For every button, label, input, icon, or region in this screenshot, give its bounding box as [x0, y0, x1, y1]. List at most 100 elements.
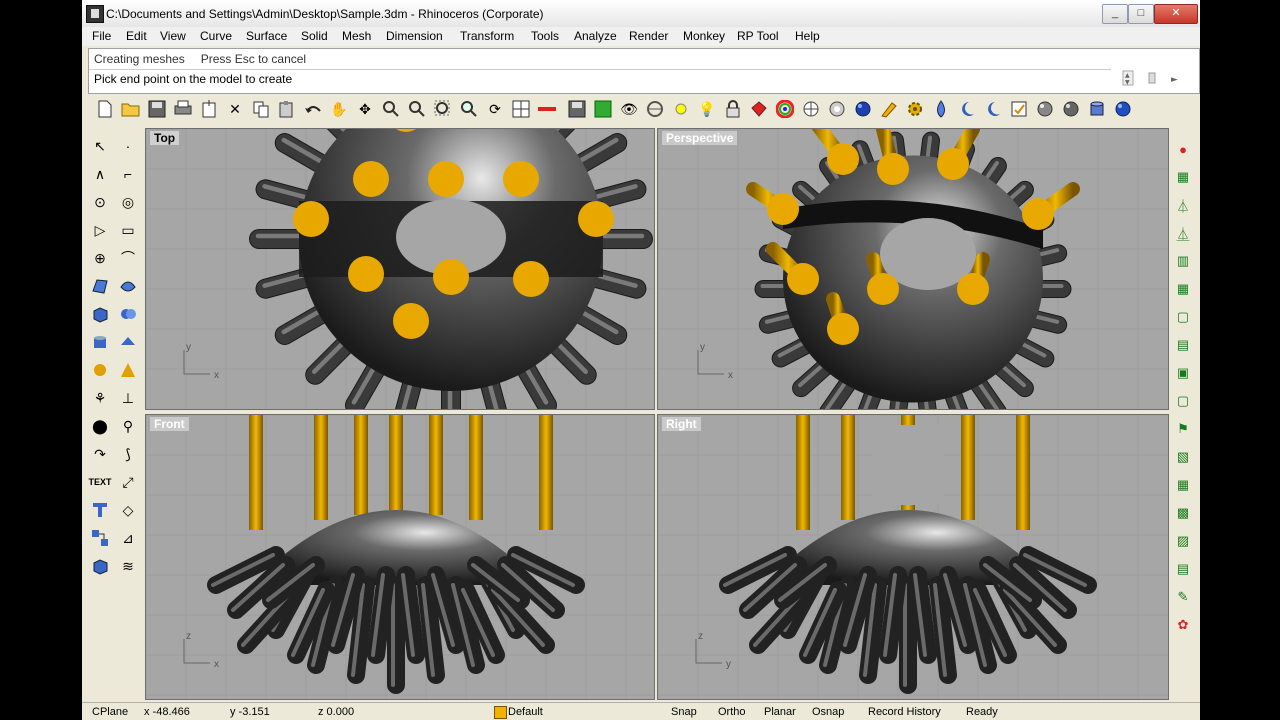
- menu-help[interactable]: Help: [795, 29, 820, 43]
- transform-icon[interactable]: ⚘: [88, 386, 112, 410]
- status-ortho[interactable]: Ortho: [718, 706, 746, 718]
- render-sphere-icon-2[interactable]: [826, 98, 848, 120]
- osnap-icon[interactable]: [670, 98, 692, 120]
- command-scroll-controls[interactable]: ▲ ▼ ►: [1119, 69, 1195, 87]
- paste-icon[interactable]: [276, 98, 298, 120]
- tree-icon[interactable]: ⏃: [1172, 194, 1194, 216]
- viewport-right[interactable]: zy Right: [657, 414, 1169, 700]
- select-icon[interactable]: [644, 98, 666, 120]
- arc-icon[interactable]: ⊕: [88, 246, 112, 270]
- status-planar[interactable]: Planar: [764, 706, 796, 718]
- pan-hand-icon[interactable]: ✋: [328, 98, 350, 120]
- trim-icon[interactable]: ↷: [88, 442, 112, 466]
- viewport-perspective[interactable]: yx Perspective: [657, 128, 1169, 410]
- viewport-label-front[interactable]: Front: [150, 417, 189, 431]
- status-snap[interactable]: Snap: [671, 706, 697, 718]
- flag-icon[interactable]: ⚑: [1172, 418, 1194, 440]
- drop-icon[interactable]: ⬤: [88, 414, 112, 438]
- grid-icon[interactable]: ▦: [1172, 166, 1194, 188]
- save-icon[interactable]: [146, 98, 168, 120]
- zoom-icon[interactable]: [380, 98, 402, 120]
- split-icon[interactable]: ⟆: [116, 442, 140, 466]
- status-record-history[interactable]: Record History: [868, 706, 941, 718]
- menu-analyze[interactable]: Analyze: [574, 29, 617, 43]
- rotate-view-icon[interactable]: ⟳: [484, 98, 506, 120]
- menu-monkey[interactable]: Monkey: [683, 29, 725, 43]
- zoom-extents-icon[interactable]: [432, 98, 454, 120]
- polygon-icon[interactable]: ▷: [88, 218, 112, 242]
- snap-tool-icon[interactable]: ⚲: [116, 414, 140, 438]
- viewport-label-right[interactable]: Right: [662, 417, 701, 431]
- ellipse-icon[interactable]: ◎: [116, 190, 140, 214]
- mesh-panel-icon[interactable]: ▦: [1172, 474, 1194, 496]
- print-icon[interactable]: [172, 98, 194, 120]
- render-box-icon[interactable]: [88, 554, 112, 578]
- curve-icon[interactable]: ⌐: [116, 162, 140, 186]
- analyze-icon[interactable]: ⊥: [116, 386, 140, 410]
- maximize-button[interactable]: □: [1128, 4, 1154, 24]
- surface-icon[interactable]: [88, 274, 112, 298]
- fillet-icon[interactable]: ⌒: [116, 246, 140, 270]
- viewport-label-perspective[interactable]: Perspective: [662, 131, 738, 145]
- bug-icon[interactable]: ✿: [1172, 614, 1194, 636]
- blue-sphere-icon[interactable]: [852, 98, 874, 120]
- mesh-tool-icon[interactable]: [88, 358, 112, 382]
- scroll-arrows-icon[interactable]: ▲ ▼ ►: [1119, 69, 1195, 87]
- close-button[interactable]: ✕: [1154, 4, 1198, 24]
- menu-view[interactable]: View: [160, 29, 186, 43]
- diagonal-panel-icon[interactable]: ▨: [1172, 530, 1194, 552]
- box-icon[interactable]: [88, 302, 112, 326]
- group-icon[interactable]: [88, 526, 112, 550]
- menu-mesh[interactable]: Mesh: [342, 29, 371, 43]
- undo-icon[interactable]: [302, 98, 324, 120]
- status-osnap[interactable]: Osnap: [812, 706, 844, 718]
- record-icon[interactable]: ●: [1172, 138, 1194, 160]
- point-icon[interactable]: ·: [116, 134, 140, 158]
- open-icon[interactable]: [120, 98, 142, 120]
- menu-tools[interactable]: Tools: [531, 29, 559, 43]
- color-wheel-icon[interactable]: [774, 98, 796, 120]
- menu-edit[interactable]: Edit: [126, 29, 147, 43]
- panel2-icon[interactable]: ▣: [1172, 362, 1194, 384]
- blue-ball-icon[interactable]: [1112, 98, 1134, 120]
- set-cplane-icon[interactable]: [536, 98, 558, 120]
- hatch-panel-icon[interactable]: ▧: [1172, 446, 1194, 468]
- circle-icon[interactable]: ⊙: [88, 190, 112, 214]
- status-layer[interactable]: Default: [508, 706, 543, 718]
- status-cplane[interactable]: CPlane: [92, 706, 128, 718]
- command-prompt-line[interactable]: Pick end point on the model to create: [89, 69, 1111, 88]
- menu-solid[interactable]: Solid: [301, 29, 328, 43]
- frame-icon[interactable]: ▢: [1172, 306, 1194, 328]
- water-icon[interactable]: ≋: [116, 554, 140, 578]
- show-icon[interactable]: 👁: [618, 98, 640, 120]
- menu-rp-tool[interactable]: RP Tool: [737, 29, 779, 43]
- text-tool-icon[interactable]: TEXT: [88, 470, 112, 494]
- grid2-icon[interactable]: ▦: [1172, 278, 1194, 300]
- viewport-top[interactable]: yx Top: [145, 128, 655, 410]
- menu-dimension[interactable]: Dimension: [386, 29, 443, 43]
- menu-transform[interactable]: Transform: [460, 29, 514, 43]
- zoom-window-icon[interactable]: [406, 98, 428, 120]
- solid-edit-icon[interactable]: [116, 330, 140, 354]
- zoom-selected-icon[interactable]: [458, 98, 480, 120]
- surface-edit-icon[interactable]: [116, 274, 140, 298]
- polyline-icon[interactable]: ∧: [88, 162, 112, 186]
- block-icon[interactable]: ⊿: [116, 526, 140, 550]
- four-viewports-icon[interactable]: [510, 98, 532, 120]
- panel3-icon[interactable]: ▢: [1172, 390, 1194, 412]
- stripe-panel-icon[interactable]: ▤: [1172, 558, 1194, 580]
- menu-surface[interactable]: Surface: [246, 29, 287, 43]
- lock-icon[interactable]: [722, 98, 744, 120]
- light-icon[interactable]: 💡: [696, 98, 718, 120]
- menu-file[interactable]: File: [92, 29, 111, 43]
- import-icon[interactable]: [198, 98, 220, 120]
- hierarchy-icon[interactable]: ⏅: [1172, 222, 1194, 244]
- gray-sphere-icon-2[interactable]: [1060, 98, 1082, 120]
- gray-sphere-icon[interactable]: [1034, 98, 1056, 120]
- save-small-icon[interactable]: [566, 98, 588, 120]
- viewport-label-top[interactable]: Top: [150, 131, 180, 145]
- paint-icon[interactable]: [878, 98, 900, 120]
- bars-icon[interactable]: ▥: [1172, 250, 1194, 272]
- copy-icon[interactable]: [250, 98, 272, 120]
- gear-icon[interactable]: [904, 98, 926, 120]
